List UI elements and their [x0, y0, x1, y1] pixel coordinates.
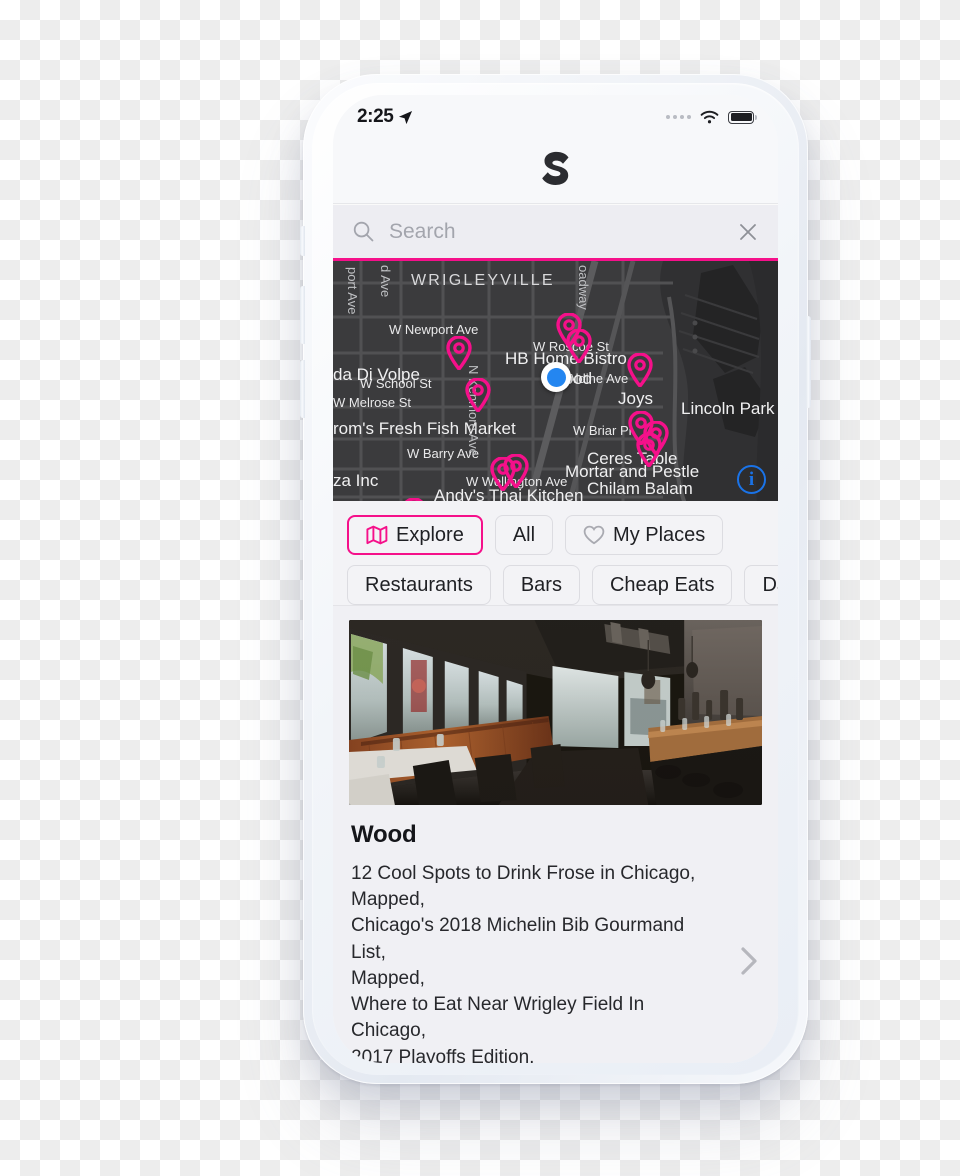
heart-icon — [583, 525, 605, 545]
place-description-line: 2017 Playoffs Edition, — [351, 1046, 535, 1063]
filter-chip-label: Date Spots — [762, 573, 778, 596]
filter-chip-row-primary[interactable]: Explore All My Places — [333, 515, 778, 555]
place-description-line: Chicago's 2018 Michelin Bib Gourmand Lis… — [351, 915, 685, 963]
status-time: 2:25 — [357, 106, 394, 127]
place-description-line: Where to Eat Near Wrigley Field In Chica… — [351, 994, 645, 1042]
close-x-icon[interactable] — [738, 222, 758, 242]
heart-icon — [583, 525, 605, 545]
map-info-button[interactable]: i — [737, 465, 766, 494]
map-icon — [366, 525, 388, 545]
filter-chips[interactable]: Explore All My Places Restaurants Bars Cheap… — [333, 501, 778, 606]
filter-chip-label: Bars — [520, 573, 562, 596]
phone-screen: 2:25 Search WRIGLEYVILLE W Newport Ave W… — [333, 95, 778, 1063]
filter-chip-my-places[interactable]: My Places — [565, 515, 724, 555]
filter-chip-label: All — [512, 523, 536, 546]
place-card-body: Wood 12 Cool Spots to Drink Frose in Chi… — [333, 805, 778, 1063]
filter-chip-explore[interactable]: Explore — [347, 515, 483, 555]
search-input[interactable] — [387, 218, 725, 245]
location-arrow-icon — [399, 110, 413, 124]
filter-chip-date-spots[interactable]: Date Spots — [744, 565, 778, 605]
volume-down-button[interactable] — [300, 360, 305, 418]
battery-full-icon — [728, 110, 757, 124]
status-bar-left: 2:25 — [357, 106, 413, 128]
brand-s-logo — [541, 151, 568, 185]
app-header — [333, 139, 778, 204]
place-description-line: Mapped, — [351, 889, 425, 911]
map-pin[interactable] — [446, 335, 472, 371]
user-location-dot — [541, 362, 571, 392]
map-pin[interactable] — [636, 432, 662, 468]
filter-chip-label: Explore — [396, 523, 464, 546]
map-pin[interactable] — [627, 352, 653, 388]
filter-chip-bars[interactable]: Bars — [502, 565, 580, 605]
place-description-line: Mapped, — [351, 967, 425, 989]
search-bar[interactable] — [333, 205, 778, 258]
filter-chip-row-categories[interactable]: Restaurants Bars Cheap Eats Date Spots — [333, 565, 778, 605]
filter-chip-all[interactable]: All — [494, 515, 554, 555]
map-pin[interactable] — [503, 453, 529, 489]
place-description: 12 Cool Spots to Drink Frose in Chicago,… — [351, 861, 701, 1063]
place-card[interactable]: Wood 12 Cool Spots to Drink Frose in Chi… — [333, 606, 778, 1063]
volume-up-button[interactable] — [300, 286, 305, 344]
map-pin[interactable] — [465, 377, 491, 413]
restaurant-interior-photo[interactable] — [349, 620, 762, 805]
search-icon — [353, 221, 374, 242]
filter-chip-cheap-eats[interactable]: Cheap Eats — [591, 565, 733, 605]
signal-dots-icon — [666, 115, 691, 119]
place-title: Wood — [351, 821, 417, 848]
map-icon — [366, 525, 388, 545]
filter-chip-restaurants[interactable]: Restaurants — [347, 565, 491, 605]
chevron-right-icon[interactable] — [736, 941, 762, 986]
phone-device: 2:25 Search WRIGLEYVILLE W Newport Ave W… — [300, 74, 811, 1084]
silent-switch[interactable] — [300, 226, 305, 256]
map-pin[interactable] — [566, 328, 592, 364]
filter-chip-label: My Places — [613, 523, 706, 546]
wifi-icon — [700, 110, 719, 123]
filter-chip-label: Cheap Eats — [609, 573, 715, 596]
status-bar-right — [666, 110, 757, 125]
filter-chip-label: Restaurants — [365, 573, 473, 596]
status-bar: 2:25 — [333, 95, 778, 139]
power-button[interactable] — [806, 316, 811, 408]
map-view[interactable]: WRIGLEYVILLE W Newport Ave W Roscoe St W Sc… — [333, 258, 778, 504]
place-description-line: 12 Cool Spots to Drink Frose in Chicago, — [351, 863, 696, 884]
